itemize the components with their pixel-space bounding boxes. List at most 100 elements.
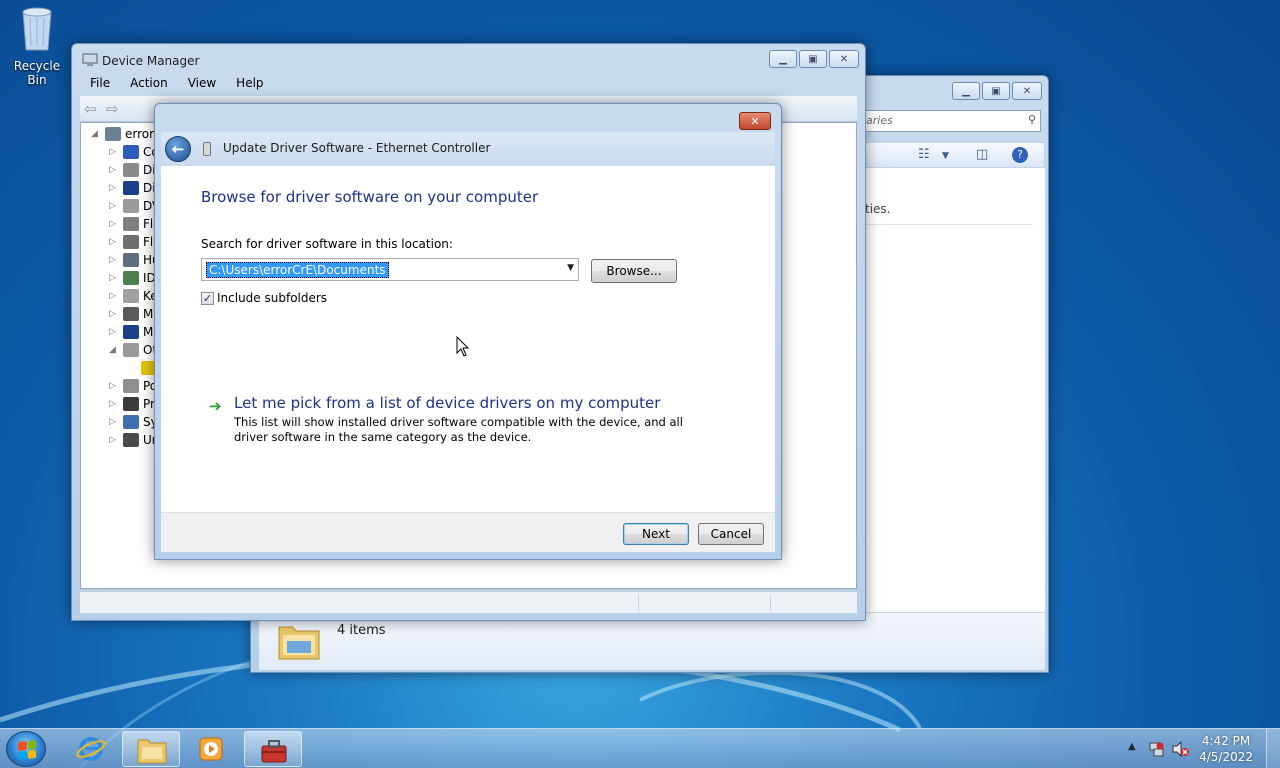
taskbar-device-manager[interactable] [244, 731, 302, 767]
media-player-icon [199, 737, 223, 761]
tree-expander-icon[interactable]: ▷ [109, 309, 119, 319]
tree-expander-icon[interactable]: ▷ [109, 183, 119, 193]
device-category-icon [123, 433, 139, 447]
tree-item[interactable]: ▷ Po [109, 377, 157, 395]
tree-expander-icon[interactable]: ▷ [109, 165, 119, 175]
dialog-close-button[interactable]: ✕ [739, 112, 771, 130]
tree-expander-icon[interactable]: ▷ [109, 237, 119, 247]
tree-expander-icon[interactable]: ▷ [109, 147, 119, 157]
tree-item[interactable]: ▷ ID [109, 269, 156, 287]
back-arrow-icon[interactable]: ⇦ [84, 100, 97, 118]
dropdown-arrow-icon[interactable]: ▼ [567, 263, 574, 273]
tree-item[interactable]: ▷ DV [109, 197, 160, 215]
device-category-icon [123, 307, 139, 321]
search-placeholder: aries [866, 114, 893, 127]
tree-expander-icon[interactable]: ▷ [109, 291, 119, 301]
maximize-button[interactable]: ▣ [982, 82, 1010, 100]
tree-expander-icon[interactable]: ▷ [109, 255, 119, 265]
tree-expander-icon[interactable]: ▷ [109, 327, 119, 337]
clock-date: 4/5/2022 [1199, 750, 1253, 764]
device-category-icon [123, 325, 139, 339]
tree-item-label: M [143, 325, 154, 339]
tree-expander-icon[interactable]: ◢ [91, 129, 101, 139]
tree-item-label: Fl [143, 217, 154, 231]
device-category-icon [123, 199, 139, 213]
maximize-button[interactable]: ▣ [799, 50, 827, 68]
view-options-icon[interactable]: ☷ [918, 147, 930, 162]
tree-item[interactable]: ▷ Sy [109, 413, 158, 431]
taskbar-media-player[interactable] [182, 731, 240, 767]
show-desktop-button[interactable] [1266, 729, 1280, 768]
device-category-icon [123, 253, 139, 267]
tree-item[interactable]: ▷ Fl [109, 233, 153, 251]
device-category-icon [123, 235, 139, 249]
device-category-icon [105, 127, 121, 141]
minimize-button[interactable]: ▁ [769, 50, 797, 68]
forward-arrow-icon[interactable]: ⇨ [106, 100, 119, 118]
status-separator [770, 595, 771, 611]
tree-expander-icon[interactable]: ▷ [109, 381, 119, 391]
include-subfolders-row[interactable]: ✓ Include subfolders [201, 291, 327, 305]
update-driver-dialog[interactable]: ✕ ← Update Driver Software - Ethernet Co… [154, 103, 782, 560]
browse-button[interactable]: Browse... [591, 259, 677, 283]
tree-item[interactable]: ▷ Fl [109, 215, 153, 233]
item-count: 4 items [337, 623, 386, 638]
window-title: Device Manager [102, 54, 200, 68]
tree-item-label: M [143, 307, 154, 321]
show-hidden-icons-icon[interactable]: ▲ [1128, 741, 1136, 752]
help-icon[interactable]: ? [1012, 147, 1028, 163]
include-subfolders-checkbox[interactable]: ✓ [201, 291, 214, 305]
internet-explorer-icon [76, 737, 106, 761]
close-button[interactable]: ✕ [1012, 82, 1042, 100]
search-icon[interactable]: ⚲ [1028, 113, 1036, 126]
start-button[interactable] [6, 731, 46, 767]
minimize-button[interactable]: ▁ [952, 82, 980, 100]
cancel-button[interactable]: Cancel [698, 523, 764, 545]
windows-logo-icon [18, 740, 36, 760]
tree-expander-icon[interactable]: ▷ [109, 273, 119, 283]
taskbar-internet-explorer[interactable] [62, 731, 120, 767]
network-status-icon[interactable] [1148, 741, 1164, 757]
volume-muted-icon[interactable] [1172, 741, 1190, 757]
recycle-bin-shortcut[interactable]: Recycle Bin [4, 6, 70, 87]
libraries-folder-icon [278, 626, 320, 660]
location-value[interactable]: C:\Users\errorCrE\Documents [206, 262, 389, 278]
tree-expander-icon[interactable]: ▷ [109, 201, 119, 211]
explorer-folder-icon [137, 739, 167, 764]
tree-item[interactable]: ▷ M [109, 305, 153, 323]
clock[interactable]: 4:42 PM 4/5/2022 [1199, 733, 1253, 765]
menu-help[interactable]: Help [226, 73, 273, 95]
close-button[interactable]: ✕ [829, 50, 859, 68]
tree-item[interactable]: ▷ M [109, 323, 153, 341]
mouse-cursor-icon [456, 336, 470, 357]
menu-view[interactable]: View [178, 73, 226, 95]
back-button-icon[interactable]: ← [165, 136, 191, 162]
tree-expander-icon[interactable]: ▷ [109, 435, 119, 445]
explorer-search-input[interactable]: aries ⚲ [861, 110, 1041, 132]
preview-pane-icon[interactable]: ◫ [976, 147, 988, 162]
ethernet-device-icon [203, 142, 211, 156]
menu-action[interactable]: Action [120, 73, 178, 95]
tree-item[interactable]: ▷ Pr [109, 395, 155, 413]
tree-item[interactable]: ▷ Di [109, 161, 156, 179]
taskbar-explorer[interactable] [122, 731, 180, 767]
pick-from-list-link[interactable]: Let me pick from a list of device driver… [234, 394, 660, 412]
tree-item[interactable]: ▷ Ke [109, 287, 158, 305]
include-subfolders-label[interactable]: Include subfolders [217, 291, 327, 305]
menu-file[interactable]: File [80, 73, 120, 95]
tree-expander-icon[interactable]: ▷ [109, 219, 119, 229]
tree-item[interactable]: ◢ Ot [109, 341, 157, 359]
clock-time: 4:42 PM [1201, 734, 1251, 748]
next-button[interactable]: Next [623, 523, 689, 545]
tree-item[interactable]: ◢ errorC [91, 125, 162, 143]
tree-expander-icon[interactable]: ◢ [109, 345, 119, 355]
tree-item[interactable]: ▷ Co [109, 143, 159, 161]
tree-item[interactable]: ▷ Di [109, 179, 156, 197]
tree-expander-icon[interactable]: ▷ [109, 399, 119, 409]
tree-expander-icon[interactable]: ▷ [109, 417, 119, 427]
device-category-icon [123, 289, 139, 303]
tree-item[interactable]: ▷ Hu [109, 251, 160, 269]
view-dropdown-icon[interactable]: ▼ [942, 151, 949, 161]
location-combobox[interactable]: C:\Users\errorCrE\Documents ▼ [201, 258, 579, 281]
tree-item[interactable]: ▷ Ur [109, 431, 157, 449]
